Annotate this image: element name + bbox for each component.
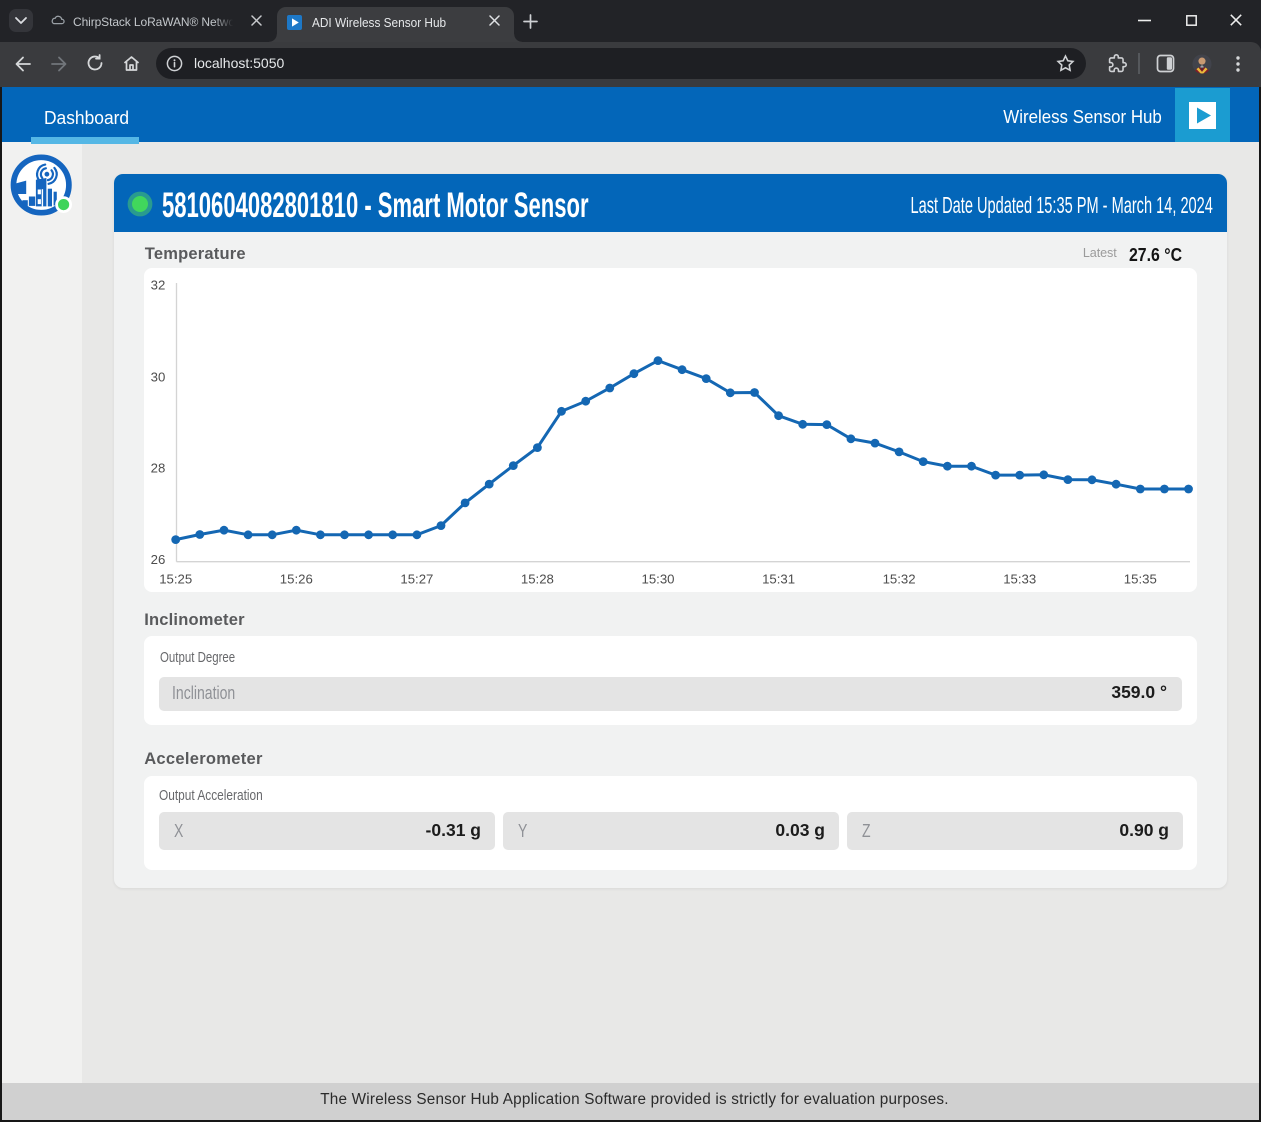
- svg-text:15:35: 15:35: [1124, 571, 1157, 586]
- svg-text:15:26: 15:26: [280, 571, 313, 586]
- svg-text:32: 32: [151, 278, 166, 293]
- svg-text:15:27: 15:27: [400, 571, 433, 586]
- svg-text:28: 28: [151, 461, 166, 476]
- svg-text:15:28: 15:28: [521, 571, 554, 586]
- svg-text:15:32: 15:32: [883, 571, 916, 586]
- svg-text:26: 26: [151, 552, 166, 567]
- svg-text:15:25: 15:25: [159, 571, 192, 586]
- svg-text:15:30: 15:30: [641, 571, 674, 586]
- svg-text:15:33: 15:33: [1003, 571, 1036, 586]
- svg-text:30: 30: [151, 369, 166, 384]
- svg-text:15:31: 15:31: [762, 571, 795, 586]
